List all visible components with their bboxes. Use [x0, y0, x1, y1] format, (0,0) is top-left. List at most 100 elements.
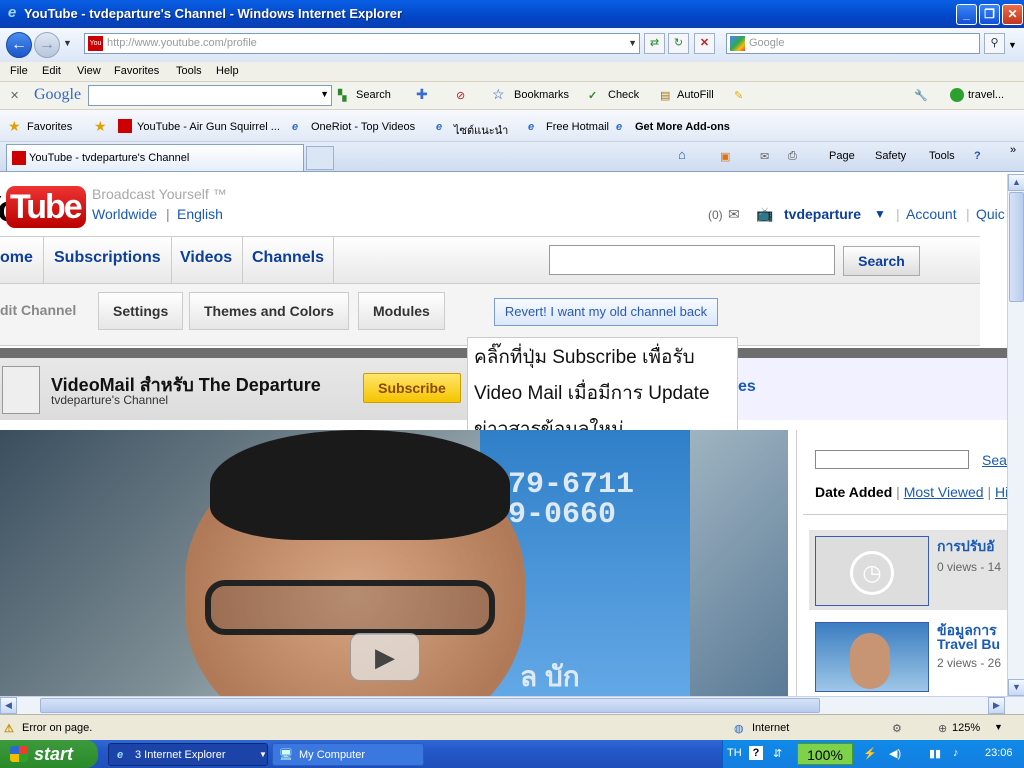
nav-videos[interactable]: Videos	[170, 237, 244, 283]
video-thumbnail[interactable]	[815, 622, 929, 692]
list-item[interactable]: ข้อมูลการ Travel Bu 2 views - 26	[809, 616, 1007, 696]
username-link[interactable]: tvdeparture	[784, 206, 861, 222]
tv-icon[interactable]: 📺	[756, 206, 773, 223]
scroll-down-icon[interactable]: ▼	[1008, 679, 1024, 696]
fav-item-oneriot[interactable]: OneRiot - Top Videos	[311, 121, 415, 133]
truncated-link-text[interactable]: es	[738, 378, 756, 396]
maximize-button[interactable]: ❐	[979, 4, 1000, 25]
horizontal-scroll-thumb[interactable]	[40, 698, 820, 713]
fav-item-youtube[interactable]: YouTube - Air Gun Squirrel ...	[137, 121, 280, 133]
fav-item-hotmail[interactable]: Free Hotmail	[546, 121, 609, 133]
fav-item-thai-sites[interactable]: ไซต์แนะนำ	[454, 121, 508, 139]
channel-search-link[interactable]: Sear	[982, 452, 1007, 468]
menu-favorites[interactable]: Favorites	[114, 65, 159, 77]
video-title[interactable]: การปรับอั	[937, 536, 995, 558]
stop-icon[interactable]: ✕	[694, 33, 715, 54]
menu-edit[interactable]: Edit	[42, 65, 61, 77]
revert-channel-button[interactable]: Revert! I want my old channel back	[494, 298, 718, 326]
favorites-button[interactable]: Favorites	[27, 121, 72, 133]
power-icon[interactable]: ⚡	[863, 747, 877, 760]
channel-avatar[interactable]	[2, 366, 40, 414]
forward-button[interactable]: →	[34, 32, 60, 58]
nav-channels[interactable]: Channels	[242, 237, 334, 283]
taskbar-my-computer[interactable]: 🖥 My Computer	[272, 743, 424, 766]
scroll-right-icon[interactable]: ▶	[988, 697, 1005, 714]
zoom-dropdown-icon[interactable]: ▼	[994, 722, 1003, 732]
tab-modules[interactable]: Modules	[358, 292, 445, 330]
language-indicator[interactable]: TH	[727, 747, 742, 759]
compatibility-icon[interactable]: ⇄	[644, 33, 665, 54]
tab-youtube[interactable]: YouTube - tvdeparture's Channel	[6, 144, 304, 171]
network-tray-icon[interactable]: ⇵	[773, 747, 782, 760]
subscribe-button[interactable]: Subscribe	[363, 373, 461, 403]
sort-highest-rated[interactable]: High	[995, 484, 1007, 500]
horizontal-scrollbar[interactable]: ◀ ▶	[0, 696, 1024, 714]
list-item[interactable]: ◷ การปรับอั 0 views - 14	[809, 530, 1007, 610]
menu-view[interactable]: View	[77, 65, 101, 77]
chevron-more-icon[interactable]: »	[1010, 144, 1016, 156]
tab-themes-colors[interactable]: Themes and Colors	[189, 292, 349, 330]
sound-tray-icon[interactable]: ♪	[953, 747, 959, 759]
address-dropdown-icon[interactable]: ▼	[628, 34, 637, 53]
back-button[interactable]: ←	[6, 32, 32, 58]
tools-menu[interactable]: Tools	[929, 150, 955, 162]
fav-item-addons[interactable]: Get More Add-ons	[635, 121, 730, 133]
region-link[interactable]: Worldwide	[92, 206, 157, 222]
plus-icon[interactable]: ✚	[416, 86, 428, 103]
quicklist-link[interactable]: Quic	[976, 206, 1005, 222]
check-button[interactable]: Check	[608, 89, 639, 101]
sort-most-viewed[interactable]: Most Viewed	[904, 484, 984, 500]
nav-subscriptions[interactable]: Subscriptions	[44, 237, 172, 283]
volume-icon[interactable]: ◀)	[889, 747, 901, 760]
rss-feed-icon[interactable]: ▣	[720, 150, 730, 163]
mail-envelope-icon[interactable]: ✉	[728, 206, 740, 223]
youtube-logo[interactable]: You Tube	[0, 186, 86, 229]
google-search-input[interactable]: ▼	[88, 85, 332, 106]
start-button[interactable]: start	[0, 740, 98, 768]
safety-menu[interactable]: Safety	[875, 150, 906, 162]
google-search-button[interactable]: Search	[356, 89, 391, 101]
search-go-icon[interactable]: ⚲	[984, 33, 1005, 54]
close-button[interactable]: ✕	[1002, 4, 1023, 25]
search-input[interactable]: Google	[726, 33, 980, 54]
video-title-line2[interactable]: Travel Bu	[937, 636, 1000, 652]
address-bar[interactable]: You http://www.youtube.com/profile ▼	[84, 33, 640, 54]
page-menu[interactable]: Page	[829, 150, 855, 162]
play-icon[interactable]: ▶	[350, 633, 420, 681]
google-search-dropdown-icon[interactable]: ▼	[320, 89, 329, 99]
help-icon[interactable]: ?	[974, 150, 981, 162]
youtube-search-button[interactable]: Search	[843, 246, 920, 276]
battery-indicator[interactable]: 100%	[797, 743, 853, 765]
menu-file[interactable]: File	[10, 65, 28, 77]
vertical-scroll-thumb[interactable]	[1009, 192, 1024, 302]
menu-tools[interactable]: Tools	[176, 65, 202, 77]
wifi-tray-icon[interactable]: ▮▮	[929, 747, 941, 760]
protected-mode-icon[interactable]: ⚙	[892, 722, 902, 735]
account-link[interactable]: Account	[906, 206, 957, 222]
mail-icon[interactable]: ✉	[760, 150, 769, 163]
scroll-up-icon[interactable]: ▲	[1008, 174, 1024, 191]
window-title-bar[interactable]: e YouTube - tvdeparture's Channel - Wind…	[0, 0, 1024, 28]
toolbar-user[interactable]: travel...	[968, 89, 1004, 101]
print-icon[interactable]: ⎙	[788, 150, 797, 163]
new-tab-button[interactable]	[306, 146, 334, 170]
close-toolbar-icon[interactable]: ✕	[10, 89, 19, 102]
autofill-button[interactable]: AutoFill	[677, 89, 714, 101]
menu-help[interactable]: Help	[216, 65, 239, 77]
add-favorite-icon[interactable]: ★	[94, 118, 107, 135]
history-dropdown-icon[interactable]: ▼	[63, 38, 72, 48]
tab-settings[interactable]: Settings	[98, 292, 184, 330]
clock[interactable]: 23:06	[985, 747, 1013, 759]
minimize-button[interactable]: _	[956, 4, 977, 25]
tab-edit-channel[interactable]: dit Channel	[0, 292, 90, 330]
taskbar-ie-group[interactable]: e 3 Internet Explorer ▼	[108, 743, 268, 766]
language-link[interactable]: English	[177, 206, 223, 222]
wrench-icon[interactable]: 🔧	[914, 89, 928, 102]
refresh-icon[interactable]: ↻	[668, 33, 689, 54]
user-dropdown-icon[interactable]: ▼	[874, 207, 886, 221]
video-thumbnail[interactable]: ◷	[815, 536, 929, 606]
home-icon[interactable]: ⌂	[678, 147, 686, 162]
zoom-level[interactable]: 125%	[952, 722, 980, 734]
highlighter-icon[interactable]: ✎	[734, 89, 743, 102]
help-tray-icon[interactable]: ?	[749, 746, 763, 760]
